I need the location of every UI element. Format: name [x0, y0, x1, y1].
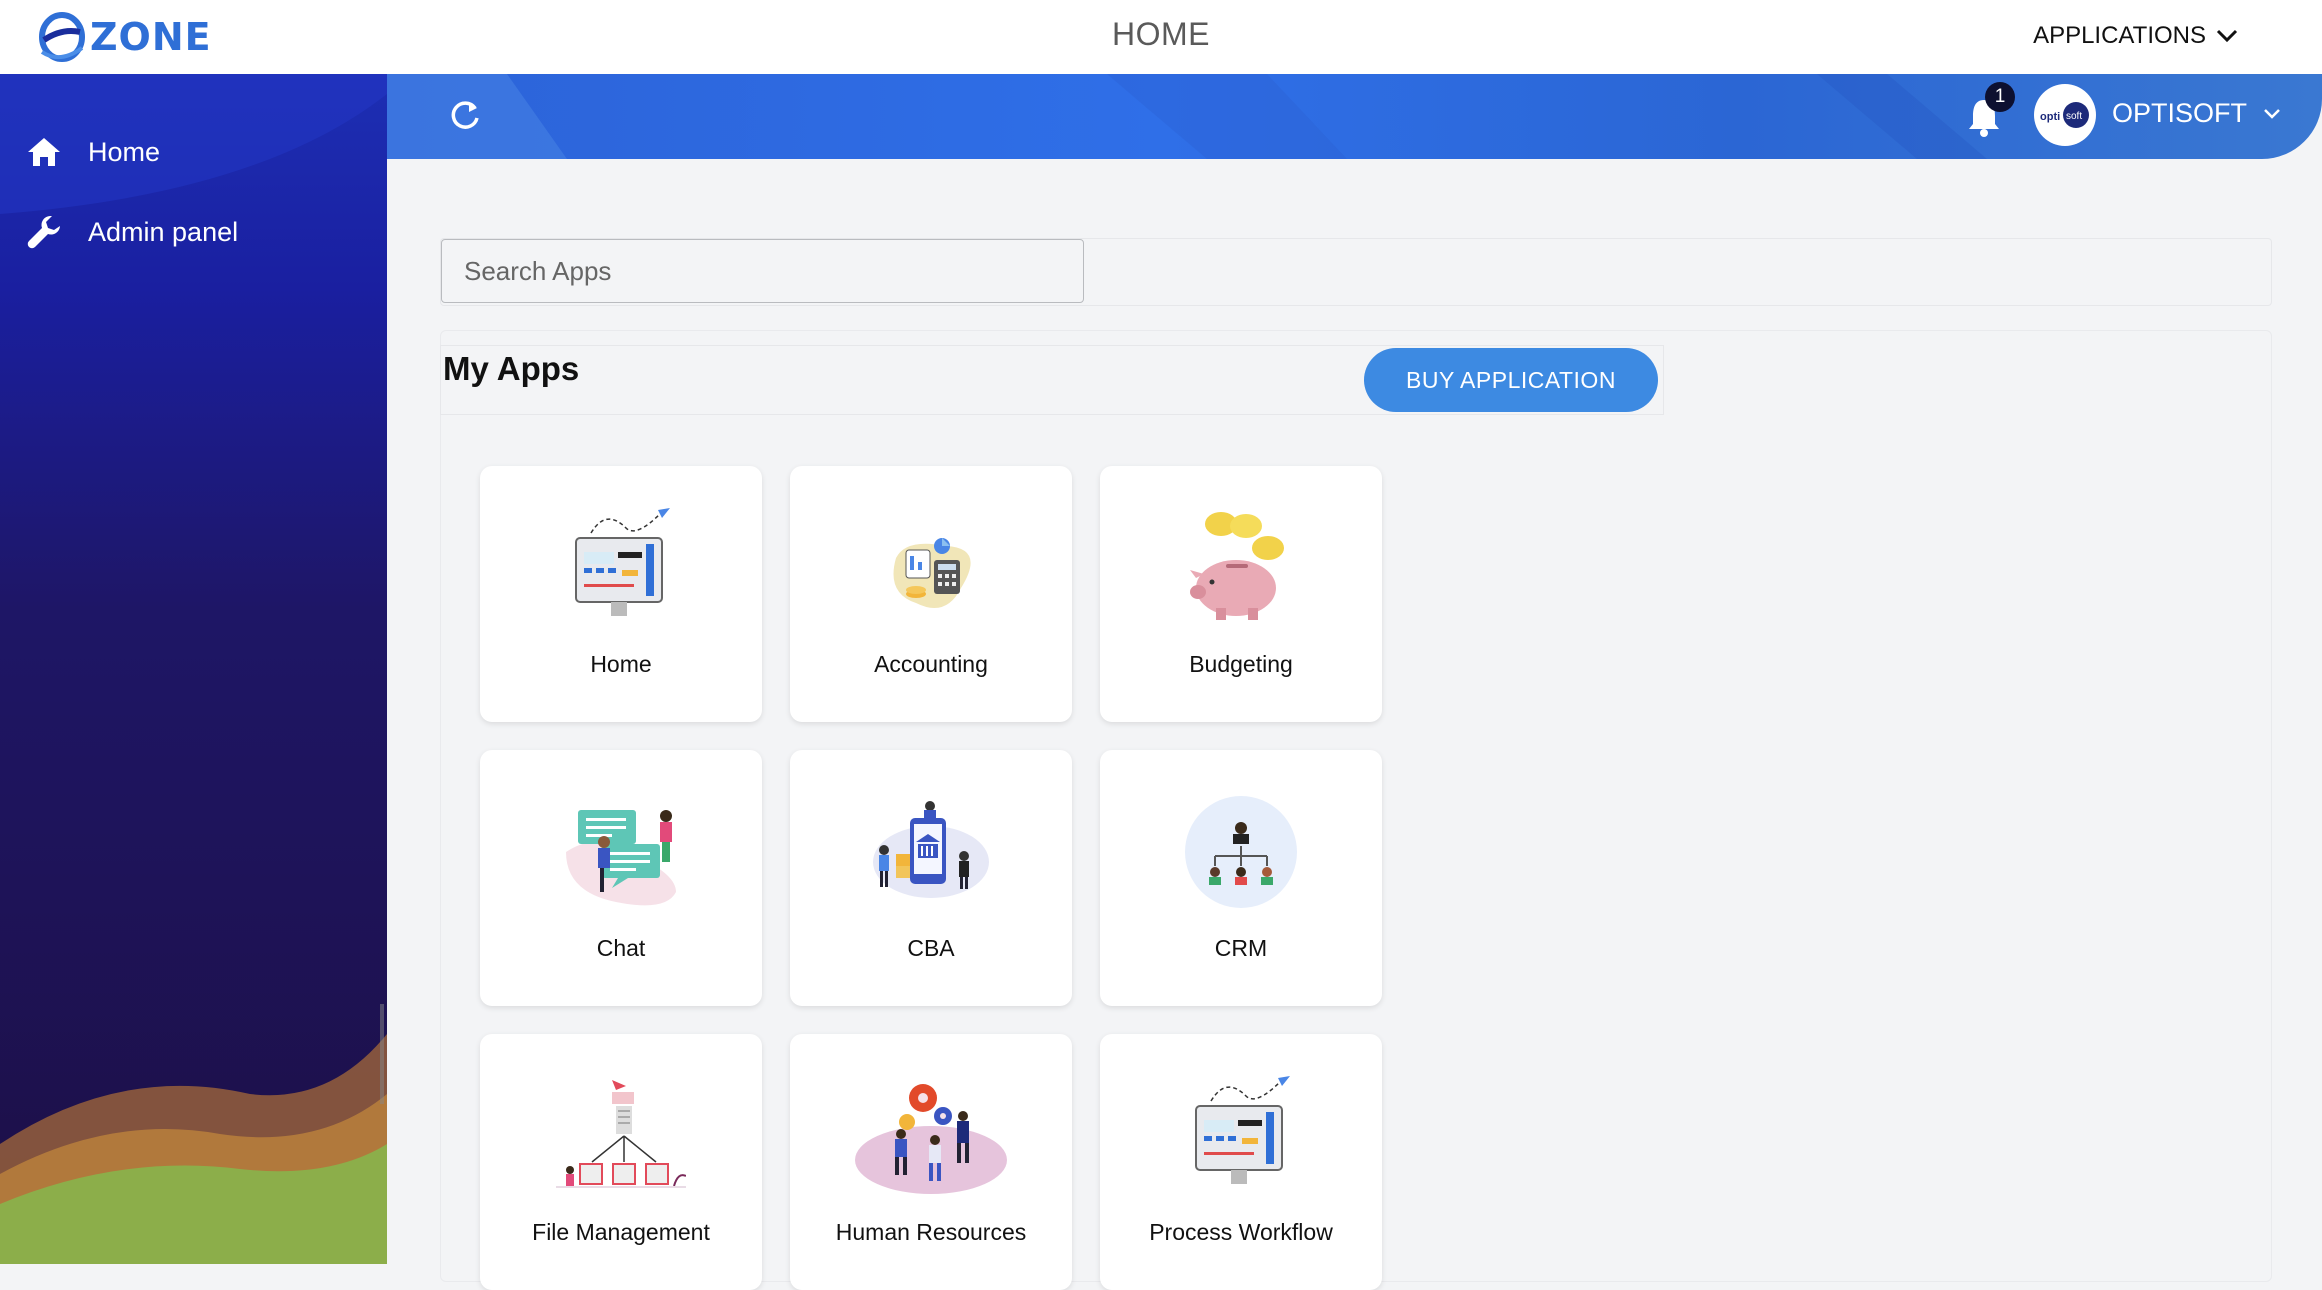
top-bar: ZONE HOME APPLICATIONS: [0, 0, 2322, 74]
app-card-label: CRM: [1214, 935, 1268, 961]
home-icon: [28, 138, 60, 166]
sidebar-item-admin-panel[interactable]: Admin panel: [26, 214, 238, 250]
company-menu[interactable]: OPTISOFT: [2112, 98, 2281, 129]
search-input[interactable]: [441, 239, 1084, 303]
app-card-cba[interactable]: CBA: [790, 750, 1072, 1006]
band-decoration: [387, 74, 1987, 159]
applications-menu[interactable]: APPLICATIONS: [2033, 22, 2238, 50]
app-card-label: Home: [590, 651, 652, 677]
wrench-icon: [27, 216, 60, 249]
app-card-file-management[interactable]: File Management: [480, 1034, 762, 1290]
app-card-budgeting[interactable]: Budgeting: [1100, 466, 1382, 722]
app-card-home[interactable]: Home: [480, 466, 762, 722]
workflow-monitor-icon: [1195, 1076, 1290, 1184]
app-card-process-workflow[interactable]: Process Workflow: [1100, 1034, 1382, 1290]
app-card-label: Budgeting: [1189, 651, 1293, 677]
my-apps-title: My Apps: [443, 350, 580, 387]
chevron-down-icon: [2264, 108, 2280, 119]
company-name: OPTISOFT: [2112, 98, 2247, 128]
sidebar: Home Admin panel: [0, 74, 387, 1264]
app-card-human-resources[interactable]: Human Resources: [790, 1034, 1072, 1290]
zone-logo[interactable]: ZONE: [36, 10, 212, 64]
avatar-text-left: opti: [2040, 111, 2060, 123]
dashboard-monitor-icon: [575, 508, 670, 616]
app-card-label: Accounting: [874, 651, 988, 677]
zone-logo-icon: [39, 12, 85, 62]
page-title: HOME: [1112, 16, 1210, 52]
app-card-label: Human Resources: [835, 1219, 1027, 1245]
app-card-chat[interactable]: Chat: [480, 750, 762, 1006]
sidebar-item-home[interactable]: Home: [26, 136, 160, 168]
refresh-icon[interactable]: [447, 98, 483, 134]
avatar-text-right: soft: [2066, 111, 2082, 122]
bank-building-icon: [873, 801, 989, 898]
logo-text: ZONE: [90, 15, 212, 59]
team-gears-icon: [855, 1084, 1007, 1194]
search-row: [440, 238, 2272, 306]
chevron-down-icon: [2216, 29, 2238, 43]
app-card-accounting[interactable]: Accounting: [790, 466, 1072, 722]
app-card-label: CBA: [907, 935, 955, 961]
buy-application-button[interactable]: BUY APPLICATION: [1364, 348, 1658, 412]
notification-badge: 1: [1985, 82, 2015, 112]
file-tree-icon: [556, 1080, 686, 1188]
avatar[interactable]: opti soft: [2034, 84, 2096, 146]
org-chart-icon: [1185, 796, 1297, 908]
app-card-label: Chat: [596, 935, 646, 961]
sidebar-item-label: Admin panel: [88, 216, 239, 247]
header-band: 1 opti soft OPTISOFT: [387, 74, 2322, 159]
app-card-crm[interactable]: CRM: [1100, 750, 1382, 1006]
calculator-icon: [893, 538, 971, 608]
piggy-bank-icon: [1190, 512, 1284, 620]
sidebar-item-label: Home: [88, 136, 161, 167]
sidebar-bottom-wave: [0, 1004, 387, 1264]
applications-menu-label: APPLICATIONS: [2033, 22, 2206, 49]
app-card-label: Process Workflow: [1149, 1219, 1333, 1245]
chat-bubbles-icon: [566, 810, 676, 906]
optisoft-logo-icon: opti soft: [2040, 102, 2089, 128]
app-card-label: File Management: [532, 1219, 710, 1245]
